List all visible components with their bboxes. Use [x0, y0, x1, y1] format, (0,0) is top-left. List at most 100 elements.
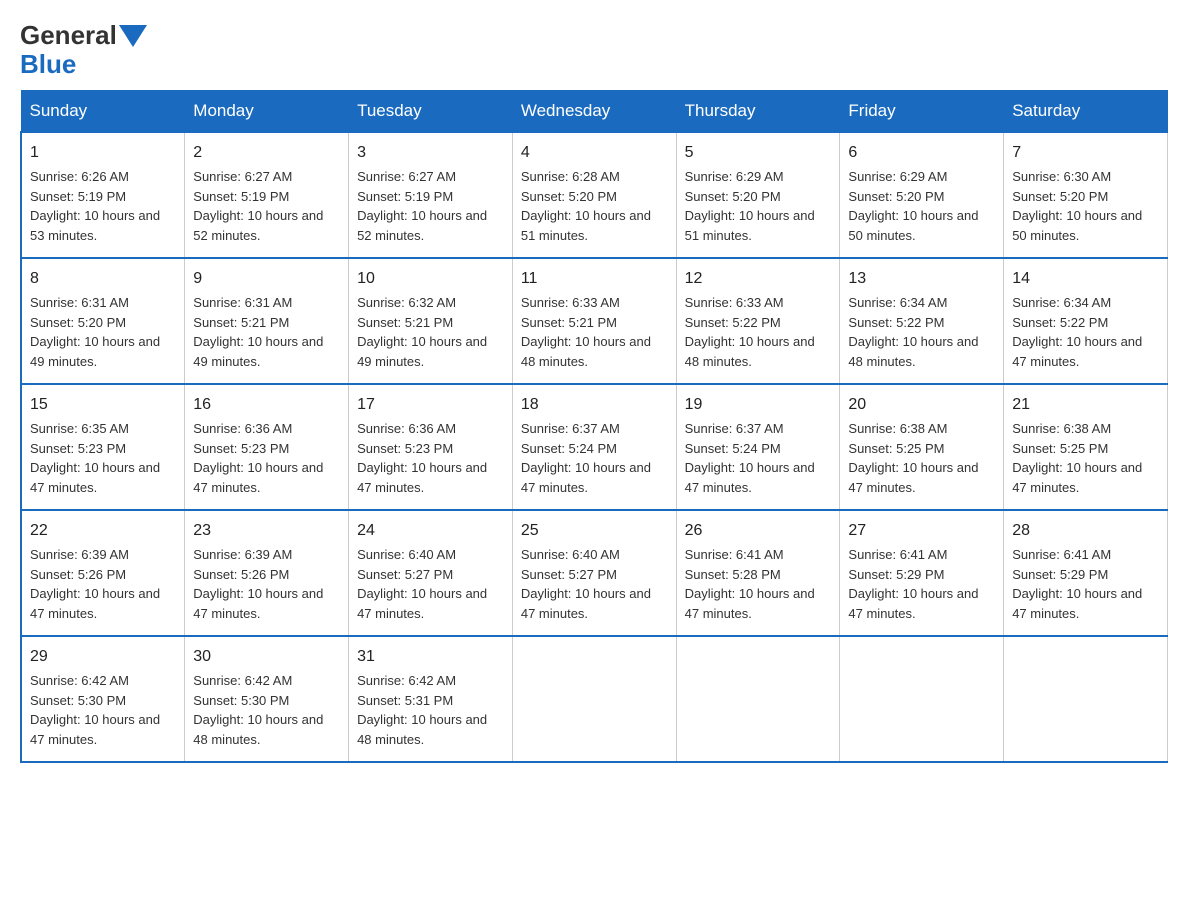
day-number: 13 — [848, 267, 995, 291]
day-info: Sunrise: 6:31 AMSunset: 5:21 PMDaylight:… — [193, 293, 340, 371]
day-number: 5 — [685, 141, 832, 165]
day-info: Sunrise: 6:38 AMSunset: 5:25 PMDaylight:… — [848, 419, 995, 497]
day-number: 11 — [521, 267, 668, 291]
calendar-cell: 23Sunrise: 6:39 AMSunset: 5:26 PMDayligh… — [185, 510, 349, 636]
day-number: 9 — [193, 267, 340, 291]
day-info: Sunrise: 6:33 AMSunset: 5:22 PMDaylight:… — [685, 293, 832, 371]
calendar-cell: 29Sunrise: 6:42 AMSunset: 5:30 PMDayligh… — [21, 636, 185, 762]
calendar-table: SundayMondayTuesdayWednesdayThursdayFrid… — [20, 90, 1168, 763]
calendar-cell: 26Sunrise: 6:41 AMSunset: 5:28 PMDayligh… — [676, 510, 840, 636]
calendar-cell: 10Sunrise: 6:32 AMSunset: 5:21 PMDayligh… — [349, 258, 513, 384]
day-info: Sunrise: 6:31 AMSunset: 5:20 PMDaylight:… — [30, 293, 176, 371]
calendar-cell — [512, 636, 676, 762]
day-number: 8 — [30, 267, 176, 291]
day-info: Sunrise: 6:30 AMSunset: 5:20 PMDaylight:… — [1012, 167, 1159, 245]
day-info: Sunrise: 6:26 AMSunset: 5:19 PMDaylight:… — [30, 167, 176, 245]
calendar-week-row: 1Sunrise: 6:26 AMSunset: 5:19 PMDaylight… — [21, 132, 1168, 258]
calendar-cell: 17Sunrise: 6:36 AMSunset: 5:23 PMDayligh… — [349, 384, 513, 510]
day-info: Sunrise: 6:40 AMSunset: 5:27 PMDaylight:… — [521, 545, 668, 623]
day-info: Sunrise: 6:34 AMSunset: 5:22 PMDaylight:… — [1012, 293, 1159, 371]
logo-blue-text: Blue — [20, 49, 76, 80]
calendar-cell: 24Sunrise: 6:40 AMSunset: 5:27 PMDayligh… — [349, 510, 513, 636]
day-info: Sunrise: 6:27 AMSunset: 5:19 PMDaylight:… — [357, 167, 504, 245]
calendar-week-row: 22Sunrise: 6:39 AMSunset: 5:26 PMDayligh… — [21, 510, 1168, 636]
calendar-cell: 11Sunrise: 6:33 AMSunset: 5:21 PMDayligh… — [512, 258, 676, 384]
header-day-wednesday: Wednesday — [512, 91, 676, 133]
calendar-cell: 28Sunrise: 6:41 AMSunset: 5:29 PMDayligh… — [1004, 510, 1168, 636]
day-info: Sunrise: 6:39 AMSunset: 5:26 PMDaylight:… — [193, 545, 340, 623]
header-day-friday: Friday — [840, 91, 1004, 133]
calendar-cell: 31Sunrise: 6:42 AMSunset: 5:31 PMDayligh… — [349, 636, 513, 762]
header-day-sunday: Sunday — [21, 91, 185, 133]
day-info: Sunrise: 6:29 AMSunset: 5:20 PMDaylight:… — [848, 167, 995, 245]
logo-general-text: General — [20, 20, 117, 51]
calendar-week-row: 8Sunrise: 6:31 AMSunset: 5:20 PMDaylight… — [21, 258, 1168, 384]
day-info: Sunrise: 6:37 AMSunset: 5:24 PMDaylight:… — [521, 419, 668, 497]
day-number: 24 — [357, 519, 504, 543]
day-info: Sunrise: 6:29 AMSunset: 5:20 PMDaylight:… — [685, 167, 832, 245]
day-info: Sunrise: 6:35 AMSunset: 5:23 PMDaylight:… — [30, 419, 176, 497]
day-number: 27 — [848, 519, 995, 543]
day-number: 7 — [1012, 141, 1159, 165]
calendar-cell: 9Sunrise: 6:31 AMSunset: 5:21 PMDaylight… — [185, 258, 349, 384]
day-number: 2 — [193, 141, 340, 165]
day-info: Sunrise: 6:34 AMSunset: 5:22 PMDaylight:… — [848, 293, 995, 371]
day-info: Sunrise: 6:42 AMSunset: 5:31 PMDaylight:… — [357, 671, 504, 749]
day-info: Sunrise: 6:27 AMSunset: 5:19 PMDaylight:… — [193, 167, 340, 245]
day-info: Sunrise: 6:33 AMSunset: 5:21 PMDaylight:… — [521, 293, 668, 371]
day-number: 14 — [1012, 267, 1159, 291]
day-info: Sunrise: 6:39 AMSunset: 5:26 PMDaylight:… — [30, 545, 176, 623]
header-day-monday: Monday — [185, 91, 349, 133]
calendar-cell — [676, 636, 840, 762]
calendar-cell: 3Sunrise: 6:27 AMSunset: 5:19 PMDaylight… — [349, 132, 513, 258]
day-number: 31 — [357, 645, 504, 669]
calendar-cell: 15Sunrise: 6:35 AMSunset: 5:23 PMDayligh… — [21, 384, 185, 510]
day-number: 19 — [685, 393, 832, 417]
day-number: 12 — [685, 267, 832, 291]
calendar-cell: 22Sunrise: 6:39 AMSunset: 5:26 PMDayligh… — [21, 510, 185, 636]
day-info: Sunrise: 6:36 AMSunset: 5:23 PMDaylight:… — [193, 419, 340, 497]
calendar-cell: 7Sunrise: 6:30 AMSunset: 5:20 PMDaylight… — [1004, 132, 1168, 258]
day-number: 25 — [521, 519, 668, 543]
day-number: 30 — [193, 645, 340, 669]
day-info: Sunrise: 6:41 AMSunset: 5:29 PMDaylight:… — [1012, 545, 1159, 623]
day-info: Sunrise: 6:38 AMSunset: 5:25 PMDaylight:… — [1012, 419, 1159, 497]
calendar-cell — [1004, 636, 1168, 762]
calendar-cell: 25Sunrise: 6:40 AMSunset: 5:27 PMDayligh… — [512, 510, 676, 636]
logo-triangle-icon — [119, 25, 147, 47]
day-number: 3 — [357, 141, 504, 165]
day-number: 22 — [30, 519, 176, 543]
calendar-cell: 27Sunrise: 6:41 AMSunset: 5:29 PMDayligh… — [840, 510, 1004, 636]
calendar-week-row: 15Sunrise: 6:35 AMSunset: 5:23 PMDayligh… — [21, 384, 1168, 510]
day-info: Sunrise: 6:40 AMSunset: 5:27 PMDaylight:… — [357, 545, 504, 623]
calendar-cell: 18Sunrise: 6:37 AMSunset: 5:24 PMDayligh… — [512, 384, 676, 510]
day-number: 21 — [1012, 393, 1159, 417]
day-info: Sunrise: 6:41 AMSunset: 5:28 PMDaylight:… — [685, 545, 832, 623]
calendar-cell: 16Sunrise: 6:36 AMSunset: 5:23 PMDayligh… — [185, 384, 349, 510]
day-number: 28 — [1012, 519, 1159, 543]
calendar-header-row: SundayMondayTuesdayWednesdayThursdayFrid… — [21, 91, 1168, 133]
calendar-cell: 19Sunrise: 6:37 AMSunset: 5:24 PMDayligh… — [676, 384, 840, 510]
day-number: 18 — [521, 393, 668, 417]
day-number: 16 — [193, 393, 340, 417]
calendar-cell: 6Sunrise: 6:29 AMSunset: 5:20 PMDaylight… — [840, 132, 1004, 258]
day-number: 15 — [30, 393, 176, 417]
calendar-cell: 1Sunrise: 6:26 AMSunset: 5:19 PMDaylight… — [21, 132, 185, 258]
header-day-saturday: Saturday — [1004, 91, 1168, 133]
calendar-cell: 8Sunrise: 6:31 AMSunset: 5:20 PMDaylight… — [21, 258, 185, 384]
calendar-cell: 2Sunrise: 6:27 AMSunset: 5:19 PMDaylight… — [185, 132, 349, 258]
day-number: 17 — [357, 393, 504, 417]
day-number: 29 — [30, 645, 176, 669]
logo: General Blue — [20, 20, 147, 80]
day-number: 26 — [685, 519, 832, 543]
day-number: 10 — [357, 267, 504, 291]
day-info: Sunrise: 6:28 AMSunset: 5:20 PMDaylight:… — [521, 167, 668, 245]
day-info: Sunrise: 6:42 AMSunset: 5:30 PMDaylight:… — [30, 671, 176, 749]
calendar-cell: 4Sunrise: 6:28 AMSunset: 5:20 PMDaylight… — [512, 132, 676, 258]
page-header: General Blue — [20, 20, 1168, 80]
calendar-cell: 5Sunrise: 6:29 AMSunset: 5:20 PMDaylight… — [676, 132, 840, 258]
day-info: Sunrise: 6:32 AMSunset: 5:21 PMDaylight:… — [357, 293, 504, 371]
calendar-cell: 12Sunrise: 6:33 AMSunset: 5:22 PMDayligh… — [676, 258, 840, 384]
calendar-cell — [840, 636, 1004, 762]
day-info: Sunrise: 6:41 AMSunset: 5:29 PMDaylight:… — [848, 545, 995, 623]
